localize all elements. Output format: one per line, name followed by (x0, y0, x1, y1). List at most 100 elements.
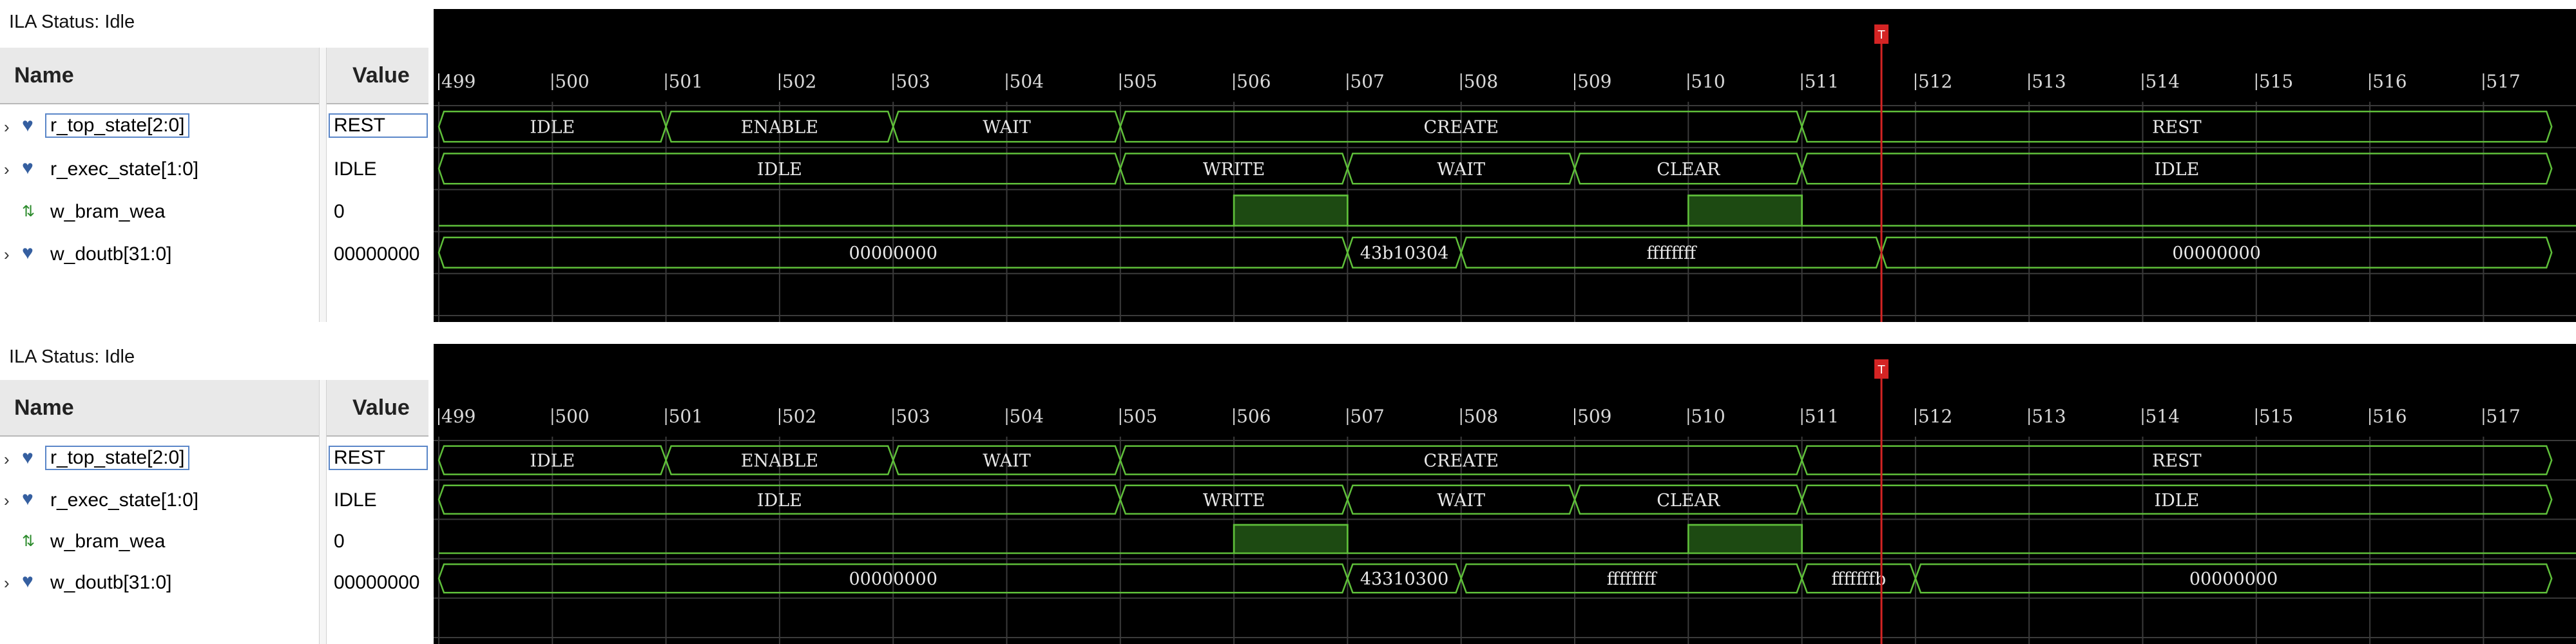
bus-value-label: ffffffff (1607, 569, 1658, 589)
signal-name: w_doutb[31:0] (50, 572, 172, 593)
bus-value-label: WRITE (1203, 160, 1265, 180)
tick-label: 499 (441, 71, 476, 92)
bus-value-label: 00000000 (849, 243, 937, 263)
bus-value-label: 00000000 (2189, 569, 2278, 589)
signal-row-r-top-state[interactable]: › ♥ r_top_state[2:0] REST (0, 106, 428, 148)
expand-chevron-icon[interactable]: › (4, 117, 10, 137)
bus-value-label: WAIT (983, 118, 1031, 138)
bus-value-label: WRITE (1203, 491, 1265, 511)
name-header-label: Name (14, 395, 74, 420)
tick-label: 506 (1236, 406, 1271, 427)
ila-status: ILA Status: Idle (9, 346, 135, 367)
signal-row-r-exec-state[interactable]: › ♥ r_exec_state[1:0] IDLE (0, 148, 428, 191)
bus-icon: ♥ (22, 157, 34, 178)
waveform-row[interactable]: 00000000 43310300 ffffffff fffffffb 00000000 (437, 563, 2553, 594)
trigger-marker-label: T (1878, 28, 1886, 42)
bus-value-label: WAIT (983, 451, 1031, 471)
name-header-label: Name (14, 63, 74, 88)
signal-name: w_bram_wea (50, 201, 166, 222)
bus-value-label: IDLE (2154, 491, 2199, 511)
tick-label: 502 (782, 71, 816, 92)
expand-chevron-icon[interactable]: › (4, 491, 10, 511)
tick-label: 515 (2259, 406, 2293, 427)
expand-chevron-icon[interactable]: › (4, 245, 10, 265)
waveform-row[interactable] (439, 194, 2576, 227)
bus-value-label: WAIT (1437, 160, 1485, 180)
bus-value-label: WAIT (1437, 491, 1485, 511)
tick-label: 510 (1691, 71, 1725, 92)
signal-value: 00000000 (334, 243, 420, 265)
value-column-header[interactable]: Value (325, 380, 428, 437)
value-column-header[interactable]: Value (325, 48, 428, 104)
tick-label: 507 (1350, 71, 1384, 92)
bus-value-label: CREATE (1423, 451, 1498, 471)
waveform-canvas[interactable]: 499 500 501 502 503 504 505 506 507 508 509 510 511 5… (434, 9, 2576, 322)
tick-label: 511 (1805, 406, 1839, 427)
waveform-row[interactable] (439, 524, 2576, 554)
tick-label: 512 (1918, 71, 1952, 92)
signal-row-w-bram-wea[interactable]: ⇅ w_bram_wea 0 (0, 191, 428, 233)
tick-label: 504 (1010, 406, 1044, 427)
expand-chevron-icon[interactable]: › (4, 160, 10, 180)
tick-label: 505 (1123, 406, 1157, 427)
name-column-header[interactable]: Name (0, 48, 319, 104)
bus-icon: ♥ (22, 447, 34, 468)
expand-chevron-icon[interactable]: › (4, 450, 10, 469)
bus-icon: ♥ (22, 115, 34, 136)
waveform-row[interactable]: 00000000 43b10304 ffffffff 00000000 (437, 236, 2553, 269)
tick-label: 504 (1010, 71, 1044, 92)
bus-value-label: fffffffb (1831, 569, 1886, 589)
tick-label: 499 (441, 406, 476, 427)
signal-row-r-top-state[interactable]: › ♥ r_top_state[2:0] REST (0, 438, 428, 480)
signal-value: REST (329, 446, 428, 470)
bus-value-label: ENABLE (741, 118, 818, 138)
bus-value-label: CLEAR (1657, 160, 1720, 180)
waveform-canvas[interactable]: 499 500 501 502 503 504 505 506 507 508 509 510 511 5… (434, 344, 2576, 644)
bit-trace[interactable] (439, 524, 2576, 554)
signal-list: ILA Status: Idle Name Value › ♥ r_top_st… (0, 335, 428, 644)
waveform-row[interactable]: IDLE WRITE WAIT CLEAR IDLE (437, 484, 2553, 515)
tick-label: 511 (1805, 71, 1839, 92)
tick-label: 500 (555, 71, 589, 92)
tick-label: 517 (2486, 406, 2520, 427)
waveform-view[interactable]: 499 500 501 502 503 504 505 506 507 508 509 510 511 5… (434, 9, 2576, 322)
tick-label: 517 (2486, 71, 2520, 92)
signal-value: IDLE (334, 158, 377, 180)
waveform-view[interactable]: 499 500 501 502 503 504 505 506 507 508 509 510 511 5… (434, 344, 2576, 644)
tick-label: 514 (2146, 71, 2180, 92)
bus-value-label: ffffffff (1646, 243, 1697, 263)
bit-high-pulse[interactable] (1687, 194, 1803, 227)
tick-label: 510 (1691, 406, 1725, 427)
tick-label: 506 (1236, 71, 1271, 92)
bit-high-pulse[interactable] (1233, 194, 1349, 227)
name-column-header[interactable]: Name (0, 380, 319, 437)
bit-high-pulse[interactable] (1233, 524, 1349, 554)
expand-chevron-icon[interactable]: › (4, 573, 10, 593)
bit-trace[interactable] (439, 194, 2576, 227)
bus-value-label: CLEAR (1657, 491, 1720, 511)
tick-label: 508 (1464, 71, 1498, 92)
bus-icon: ♥ (22, 242, 34, 263)
waveform-row[interactable]: IDLE ENABLE WAIT CREATE REST (437, 445, 2553, 475)
signal-row-w-bram-wea[interactable]: ⇅ w_bram_wea 0 (0, 520, 428, 563)
tick-label: 508 (1464, 406, 1498, 427)
value-header-label: Value (352, 395, 410, 420)
tick-label: 509 (1577, 71, 1611, 92)
signal-row-w-doutb[interactable]: › ♥ w_doutb[31:0] 00000000 (0, 562, 428, 604)
waveform-row[interactable]: IDLE WRITE WAIT CLEAR IDLE (437, 153, 2553, 185)
bus-value-label: IDLE (757, 160, 802, 180)
bus-value-label: IDLE (530, 451, 575, 471)
signal-row-r-exec-state[interactable]: › ♥ r_exec_state[1:0] IDLE (0, 479, 428, 522)
trigger-marker-label: T (1878, 363, 1886, 377)
bit-icon: ⇅ (22, 203, 35, 220)
signal-name: r_top_state[2:0] (45, 446, 190, 470)
bit-high-pulse[interactable] (1687, 524, 1803, 554)
bus-value-label: 00000000 (849, 569, 937, 589)
ila-panel-2: ILA Status: Idle Name Value › ♥ r_top_st… (0, 335, 2576, 644)
tick-label: 502 (782, 406, 816, 427)
ila-status: ILA Status: Idle (9, 12, 135, 32)
ila-panel-1: ILA Status: Idle Name Value › ♥ r_top_st… (0, 0, 2576, 322)
bus-icon: ♥ (22, 571, 34, 592)
waveform-row[interactable]: IDLE ENABLE WAIT CREATE REST (437, 110, 2553, 143)
signal-row-w-doutb[interactable]: › ♥ w_doutb[31:0] 00000000 (0, 233, 428, 276)
